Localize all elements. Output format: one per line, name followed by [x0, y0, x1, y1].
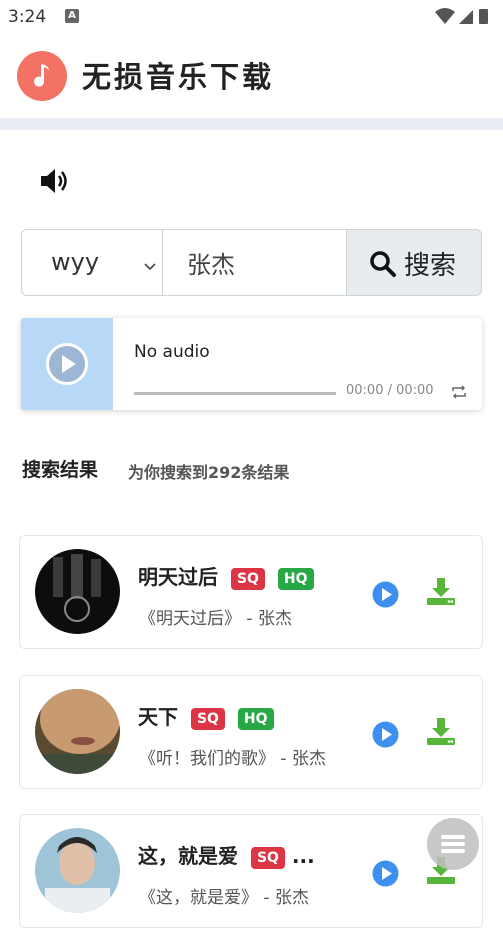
album-cover	[35, 549, 120, 634]
player-time: 00:00 / 00:00	[346, 383, 434, 398]
battery-icon	[479, 9, 488, 24]
play-icon[interactable]	[372, 581, 399, 612]
title-ellipsis: ...	[291, 844, 315, 868]
sq-badge: SQ	[230, 567, 265, 590]
list-item[interactable]: 明天过后 SQ HQ 《明天过后》 - 张杰	[19, 535, 483, 649]
hq-badge: HQ	[277, 567, 314, 590]
menu-fab[interactable]	[427, 818, 479, 870]
volume-icon	[41, 169, 67, 193]
song-title: 天下 SQ HQ	[138, 701, 274, 730]
play-icon[interactable]	[372, 860, 399, 891]
results-heading: 搜索结果 为你搜索到292条结果	[22, 455, 289, 482]
signal-icon	[459, 10, 473, 24]
play-icon[interactable]	[372, 721, 399, 752]
menu-icon	[441, 835, 465, 853]
volume-button[interactable]	[38, 166, 72, 196]
notification-icon: A	[65, 9, 79, 23]
search-button[interactable]: 搜索	[346, 229, 482, 296]
list-item[interactable]: 天下 SQ HQ 《听！我们的歌》 - 张杰	[19, 675, 483, 789]
album-cover	[35, 828, 120, 913]
header-divider	[0, 118, 503, 130]
chevron-down-icon	[144, 256, 156, 275]
app-header: 无损音乐下载	[0, 34, 503, 118]
status-bar: 3:24 A	[0, 0, 503, 34]
song-title: 明天过后 SQ HQ	[138, 561, 314, 590]
song-meta: 《听！我们的歌》 - 张杰	[139, 749, 326, 769]
album-cover	[35, 689, 120, 774]
status-time: 3:24	[8, 7, 47, 27]
status-icons	[433, 6, 495, 30]
download-icon[interactable]	[426, 576, 456, 610]
song-meta: 《明天过后》 - 张杰	[139, 609, 292, 629]
app-title: 无损音乐下载	[82, 60, 275, 94]
player-cover	[21, 318, 113, 410]
source-select-value: wyy	[51, 248, 100, 276]
download-icon[interactable]	[426, 716, 456, 750]
sq-badge: SQ	[190, 707, 225, 730]
song-title: 这，就是爱 SQ ...	[138, 844, 315, 869]
results-title: 搜索结果	[22, 459, 99, 481]
hq-badge: HQ	[237, 707, 274, 730]
search-input[interactable]	[162, 229, 347, 296]
source-select[interactable]: wyy	[21, 229, 163, 296]
audio-player: No audio 00:00 / 00:00	[21, 318, 482, 410]
play-icon[interactable]	[46, 343, 88, 385]
search-row: wyy 搜索	[21, 229, 482, 296]
player-title: No audio	[134, 342, 210, 362]
wifi-icon	[435, 8, 455, 24]
sq-badge: SQ	[250, 846, 285, 869]
list-item[interactable]: 这，就是爱 SQ ... 《这，就是爱》 - 张杰	[19, 814, 483, 928]
results-count: 为你搜索到292条结果	[128, 463, 290, 482]
player-progress[interactable]	[134, 392, 336, 395]
search-button-label: 搜索	[404, 251, 457, 281]
music-note-icon	[17, 51, 67, 101]
song-meta: 《这，就是爱》 - 张杰	[139, 888, 309, 908]
search-icon	[369, 250, 397, 282]
loop-icon[interactable]	[451, 384, 467, 403]
